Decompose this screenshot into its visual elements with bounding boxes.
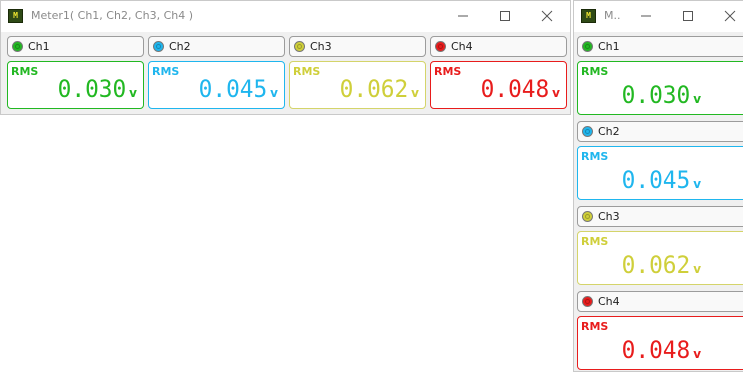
meter-unit: v xyxy=(411,86,419,100)
maximize-button[interactable] xyxy=(491,4,519,28)
meter-unit: v xyxy=(693,92,702,106)
measure-label: RMS xyxy=(581,65,609,78)
meter-display-ch2: RMS 0.045 v xyxy=(577,146,743,200)
minimize-button[interactable] xyxy=(449,4,477,28)
meter-display-ch3: RMS 0.062 v xyxy=(577,231,743,285)
channel-indicator-icon xyxy=(435,41,446,52)
channel-header-ch3[interactable]: Ch3 xyxy=(289,36,426,57)
measure-label: RMS xyxy=(434,65,462,78)
channel-indicator-icon xyxy=(153,41,164,52)
meter-value: 0.045 xyxy=(621,166,691,194)
channel-header-ch1[interactable]: Ch1 xyxy=(7,36,144,57)
close-button[interactable] xyxy=(533,4,561,28)
window-title: M.. xyxy=(604,9,621,22)
meter-unit: v xyxy=(693,177,702,191)
meter-app-icon: M xyxy=(581,9,596,23)
measure-label: RMS xyxy=(581,320,609,333)
channel-label: Ch3 xyxy=(598,210,620,223)
meter-display-ch1: RMS 0.030 v xyxy=(577,61,743,115)
meter-unit: v xyxy=(552,86,560,100)
channel-header-ch2[interactable]: Ch2 xyxy=(577,121,743,142)
meter-value: 0.030 xyxy=(57,75,127,103)
meter-display-ch1: RMS 0.030 v xyxy=(7,61,144,109)
meter-unit: v xyxy=(693,347,702,361)
channel-indicator-icon xyxy=(582,126,593,137)
channel-indicator-icon xyxy=(294,41,305,52)
meter-value: 0.062 xyxy=(339,75,409,103)
channel-indicator-icon xyxy=(582,41,593,52)
channel-indicator-icon xyxy=(12,41,23,52)
channel-header-ch3[interactable]: Ch3 xyxy=(577,206,743,227)
minimize-icon xyxy=(458,15,468,17)
minimize-icon xyxy=(641,15,651,17)
window-title: Meter1( Ch1, Ch2, Ch3, Ch4 ) xyxy=(31,9,194,22)
meter-value: 0.062 xyxy=(621,251,691,279)
close-icon xyxy=(724,10,736,22)
maximize-button[interactable] xyxy=(674,4,702,28)
meter-display-ch4: RMS 0.048 v xyxy=(430,61,567,109)
meter-display-ch3: RMS 0.062 v xyxy=(289,61,426,109)
close-button[interactable] xyxy=(716,4,743,28)
channel-label: Ch1 xyxy=(598,40,620,53)
minimize-button[interactable] xyxy=(632,4,660,28)
meter-unit: v xyxy=(129,86,137,100)
channel-header-ch2[interactable]: Ch2 xyxy=(148,36,285,57)
close-icon xyxy=(541,10,553,22)
channel-header-ch4[interactable]: Ch4 xyxy=(430,36,567,57)
channel-label: Ch4 xyxy=(451,40,473,53)
channel-label: Ch3 xyxy=(310,40,332,53)
channel-indicator-icon xyxy=(582,211,593,222)
measure-label: RMS xyxy=(11,65,39,78)
channel-header-ch1[interactable]: Ch1 xyxy=(577,36,743,57)
measure-label: RMS xyxy=(581,150,609,163)
measure-label: RMS xyxy=(581,235,609,248)
channel-label: Ch1 xyxy=(28,40,50,53)
title-bar[interactable]: M M.. xyxy=(574,1,743,32)
channel-label: Ch4 xyxy=(598,295,620,308)
channel-indicator-icon xyxy=(582,296,593,307)
maximize-icon xyxy=(500,11,510,21)
meter-unit: v xyxy=(693,262,702,276)
channel-header-ch4[interactable]: Ch4 xyxy=(577,291,743,312)
meter-value: 0.045 xyxy=(198,75,268,103)
title-bar[interactable]: M Meter1( Ch1, Ch2, Ch3, Ch4 ) xyxy=(1,1,570,32)
measure-label: RMS xyxy=(152,65,180,78)
meter-value: 0.048 xyxy=(621,336,691,364)
channel-label: Ch2 xyxy=(169,40,191,53)
meter-window-vertical: M M.. Ch1 RMS 0.030 v Ch2 RMS 0.045 v Ch… xyxy=(573,0,743,372)
channel-label: Ch2 xyxy=(598,125,620,138)
maximize-icon xyxy=(683,11,693,21)
measure-label: RMS xyxy=(293,65,321,78)
meter-display-ch2: RMS 0.045 v xyxy=(148,61,285,109)
meter-value: 0.030 xyxy=(621,81,691,109)
meter-window-horizontal: M Meter1( Ch1, Ch2, Ch3, Ch4 ) Ch1 RMS 0… xyxy=(0,0,571,115)
meter-app-icon: M xyxy=(8,9,23,23)
meter-value: 0.048 xyxy=(480,75,550,103)
meter-display-ch4: RMS 0.048 v xyxy=(577,316,743,370)
meter-unit: v xyxy=(270,86,278,100)
